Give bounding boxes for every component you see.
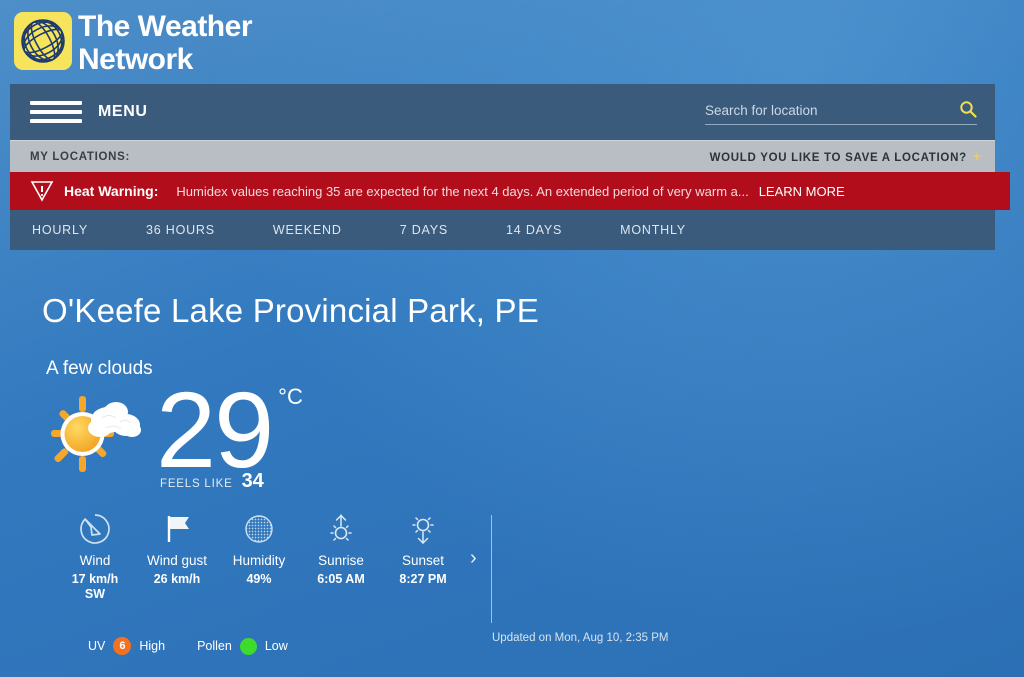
stat-value-wind-gust: 26 km/h [153, 572, 201, 586]
weather-alert-banner[interactable]: Heat Warning: Humidex values reaching 35… [10, 172, 1010, 210]
tab-14-days[interactable]: 14 DAYS [506, 223, 592, 237]
stat-label-wind: Wind [79, 553, 111, 568]
sunrise-icon [300, 511, 382, 547]
temperature-row: 29 °C [42, 376, 1024, 484]
stat-wind: Wind 17 km/h SW [54, 511, 136, 602]
save-location-text: WOULD YOU LIKE TO SAVE A LOCATION? [709, 151, 967, 164]
navigation-region: MENU MY LOCATIONS: WOULD YOU LIKE TO SAV… [10, 84, 995, 172]
stat-value-wind: 17 km/h SW [71, 572, 119, 601]
search-input[interactable] [705, 102, 949, 118]
stats-divider [490, 515, 492, 623]
learn-more-link[interactable]: LEARN MORE [759, 184, 845, 199]
search-box[interactable] [705, 100, 977, 125]
logo-wordmark: The Weather Network [78, 6, 253, 76]
feels-like-value: 34 [241, 470, 264, 492]
stat-humidity: Humidity 49% [218, 511, 300, 587]
sun-behind-cloud-icon [42, 384, 148, 484]
warning-triangle-icon [30, 180, 54, 202]
updated-timestamp: Updated on Mon, Aug 10, 2:35 PM [492, 632, 669, 644]
tab-7-days[interactable]: 7 DAYS [400, 223, 478, 237]
current-conditions-panel: O'Keefe Lake Provincial Park, PE A few c… [0, 250, 1024, 655]
uv-index-badge: 6 [113, 637, 132, 655]
flag-icon [136, 511, 218, 547]
alert-title: Heat Warning: [64, 183, 159, 199]
feels-like-label: FEELS LIKE [160, 478, 233, 490]
stat-label-wind-gust: Wind gust [146, 553, 208, 568]
wind-direction-icon [54, 511, 136, 547]
logo-globe-icon [14, 12, 72, 70]
humidity-icon [218, 511, 300, 547]
uv-label: UV [88, 639, 106, 653]
stat-wind-gust: Wind gust 26 km/h [136, 511, 218, 587]
tab-36-hours[interactable]: 36 HOURS [146, 223, 245, 237]
tab-weekend[interactable]: WEEKEND [273, 223, 372, 237]
temperature-unit: °C [278, 384, 303, 409]
stat-sunrise: Sunrise 6:05 AM [300, 511, 382, 587]
add-location-icon[interactable]: + [973, 148, 981, 164]
my-locations-bar: MY LOCATIONS: WOULD YOU LIKE TO SAVE A L… [10, 140, 995, 172]
pollen-label: Pollen [197, 639, 232, 653]
pollen-level-badge [239, 637, 257, 655]
forecast-tabs: HOURLY 36 HOURS WEEKEND 7 DAYS 14 DAYS M… [10, 210, 995, 250]
stat-label-sunrise: Sunrise [318, 553, 364, 568]
top-navbar: MENU [10, 84, 995, 140]
stat-value-humidity: 49% [246, 572, 272, 586]
sunset-icon [382, 511, 464, 547]
hamburger-icon[interactable] [30, 101, 82, 123]
temperature-value: 29 [156, 369, 274, 490]
tab-monthly[interactable]: MONTHLY [620, 223, 716, 237]
alert-text: Humidex values reaching 35 are expected … [176, 183, 749, 199]
uv-rating: High [139, 639, 166, 653]
site-logo[interactable]: The Weather Network [0, 0, 1024, 84]
menu-label: MENU [98, 103, 148, 120]
logo-line-1: The Weather [78, 10, 253, 43]
my-locations-label: MY LOCATIONS: [30, 150, 131, 163]
stat-value-sunrise: 6:05 AM [317, 572, 365, 586]
stat-label-humidity: Humidity [232, 553, 286, 568]
next-stats-chevron-icon[interactable]: › [470, 547, 477, 570]
tab-hourly[interactable]: HOURLY [32, 223, 118, 237]
menu-button[interactable]: MENU [30, 101, 148, 123]
search-icon[interactable] [959, 100, 977, 118]
stat-sunset: Sunset 8:27 PM [382, 511, 464, 587]
conditions-stats-row: Wind 17 km/h SW Wind gust 26 km/h Humidi… [54, 511, 1024, 623]
stat-label-sunset: Sunset [401, 553, 445, 568]
pollen-rating: Low [264, 639, 288, 653]
logo-line-2: Network [78, 43, 193, 76]
stat-value-sunset: 8:27 PM [399, 572, 447, 586]
page-title: O'Keefe Lake Provincial Park, PE [42, 292, 539, 329]
temperature-display: 29 °C [156, 376, 303, 484]
save-location-prompt[interactable]: WOULD YOU LIKE TO SAVE A LOCATION? + [710, 148, 981, 166]
